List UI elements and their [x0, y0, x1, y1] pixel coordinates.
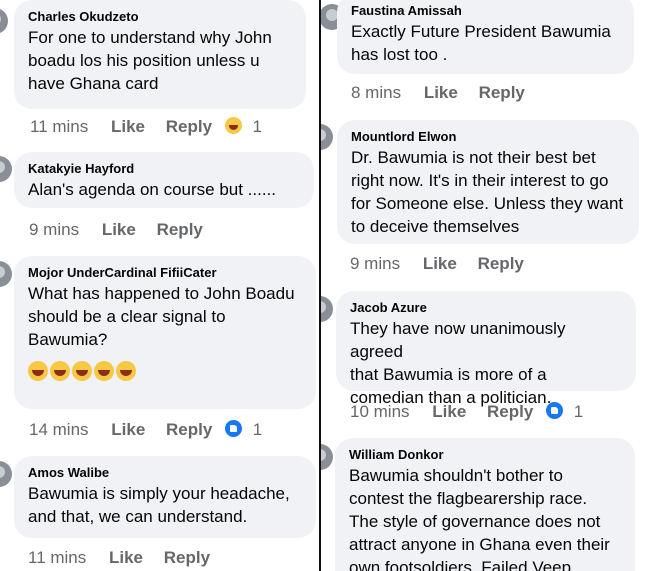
- reply-button[interactable]: Reply: [157, 219, 203, 241]
- like-button[interactable]: Like: [111, 116, 145, 138]
- reaction-count[interactable]: 1: [574, 401, 583, 423]
- comment-author[interactable]: William Donkor: [349, 446, 621, 464]
- comment-timestamp[interactable]: 9 mins: [29, 219, 79, 241]
- reaction-count[interactable]: 1: [253, 419, 262, 441]
- left-comment-column: Charles Okudzeto For one to understand w…: [0, 0, 320, 571]
- like-icon[interactable]: [225, 420, 243, 437]
- emoji-row: [28, 361, 302, 383]
- like-button[interactable]: Like: [432, 401, 466, 423]
- comment-bubble: Mountlord Elwon Dr. Bawumia is not their…: [337, 120, 639, 244]
- comment-actions: 9 mins Like Reply: [350, 253, 532, 275]
- comment-text-line: contest the flagbearership race.: [349, 489, 588, 508]
- avatar[interactable]: [0, 8, 8, 34]
- rofl-emoji-icon: [50, 361, 70, 381]
- reply-button[interactable]: Reply: [479, 82, 525, 104]
- comment-author[interactable]: Mountlord Elwon: [351, 128, 625, 146]
- comment-actions: 14 mins Like Reply 1: [29, 419, 262, 441]
- comment-bubble: Amos Walibe Bawumia is simply your heada…: [14, 456, 316, 538]
- comment-text-line: to deceive themselves: [351, 217, 520, 236]
- comment-text-line: What has happened to John Boadu: [28, 284, 295, 303]
- comment-text-line: Dr. Bawumia is not their best bet: [351, 148, 596, 167]
- comment-author[interactable]: Faustina Amissah: [351, 2, 620, 20]
- comment-actions: 8 mins Like Reply: [351, 82, 533, 104]
- reply-button[interactable]: Reply: [166, 419, 212, 441]
- comment-author[interactable]: Katakyie Hayford: [28, 160, 300, 178]
- like-button[interactable]: Like: [111, 419, 145, 441]
- comment-text-line: For one to understand why John: [28, 28, 272, 47]
- comment-text-line: has lost too .: [351, 45, 448, 64]
- comment-text-line: The style of governance does not: [349, 512, 601, 531]
- comment-text-line: should be a clear signal to: [28, 307, 226, 326]
- comment-bubble: Jacob Azure They have now unanimously ag…: [336, 291, 636, 407]
- comment-timestamp[interactable]: 14 mins: [29, 419, 89, 441]
- reply-button[interactable]: Reply: [164, 547, 210, 569]
- avatar[interactable]: [321, 296, 333, 322]
- comment-bubble: William Donkor Bawumia shouldn't bother …: [335, 438, 635, 571]
- like-button[interactable]: Like: [423, 253, 457, 275]
- comment-text-line: Bawumia shouldn't bother to: [349, 466, 563, 485]
- comment-bubble: Faustina Amissah Exactly Future Presiden…: [337, 0, 634, 74]
- reply-button[interactable]: Reply: [487, 401, 533, 423]
- comment-actions: 11 mins Like Reply 1: [30, 116, 262, 138]
- comment-actions: 9 mins Like Reply: [29, 219, 211, 241]
- comment-text-line: They have now unanimously agreed: [350, 319, 566, 361]
- reply-button[interactable]: Reply: [166, 116, 212, 138]
- reaction-count[interactable]: 1: [253, 116, 262, 138]
- comment-timestamp[interactable]: 8 mins: [351, 82, 401, 104]
- comment-bubble: Mojor UnderCardinal FifiiCater What has …: [14, 256, 316, 409]
- comment-text-line: and that, we can understand.: [28, 507, 248, 526]
- comment-timestamp[interactable]: 11 mins: [28, 547, 86, 569]
- comment-timestamp[interactable]: 11 mins: [30, 116, 88, 138]
- comment-author[interactable]: Charles Okudzeto: [28, 8, 292, 26]
- comment-text-line: that Bawumia is more of a: [350, 365, 547, 384]
- like-icon[interactable]: [546, 402, 564, 419]
- comment-author[interactable]: Jacob Azure: [350, 299, 622, 317]
- comment-text-line: own footsoldiers. Failed Veep: [349, 558, 572, 571]
- avatar[interactable]: [321, 444, 333, 470]
- avatar[interactable]: [0, 461, 12, 487]
- comment-text-line: Bawumia is simply your headache,: [28, 484, 290, 503]
- comment-text-line: for Someone else. Unless they want: [351, 194, 624, 213]
- comment-text-line: Bawumia?: [28, 330, 108, 349]
- comment-author[interactable]: Mojor UnderCardinal FifiiCater: [28, 264, 302, 282]
- avatar[interactable]: [0, 156, 12, 182]
- rofl-emoji-icon: [72, 361, 92, 381]
- reply-button[interactable]: Reply: [478, 253, 524, 275]
- comment-text-line: Alan's agenda on course but ......: [28, 180, 277, 199]
- like-button[interactable]: Like: [109, 547, 143, 569]
- comment-timestamp[interactable]: 9 mins: [350, 253, 400, 275]
- avatar[interactable]: [321, 124, 333, 150]
- comment-text-line: attract anyone in Ghana even their: [349, 535, 610, 554]
- comment-author[interactable]: Amos Walibe: [28, 464, 302, 482]
- comment-bubble: Charles Okudzeto For one to understand w…: [14, 0, 306, 109]
- comment-text-line: boadu los his position unless u: [28, 51, 260, 70]
- rofl-emoji-icon: [94, 361, 114, 381]
- avatar[interactable]: [0, 261, 12, 287]
- comment-text-line: right now. It's in their interest to go: [351, 171, 609, 190]
- comment-text-line: Exactly Future President Bawumia: [351, 22, 611, 41]
- rofl-emoji-icon: [116, 361, 136, 381]
- like-button[interactable]: Like: [102, 219, 136, 241]
- comment-bubble: Katakyie Hayford Alan's agenda on course…: [14, 152, 314, 208]
- comment-actions: 10 mins Like Reply 1: [350, 401, 583, 423]
- like-button[interactable]: Like: [424, 82, 458, 104]
- rofl-emoji-icon: [28, 361, 48, 381]
- comment-timestamp[interactable]: 10 mins: [350, 401, 410, 423]
- comment-text-line: have Ghana card: [28, 74, 159, 93]
- haha-icon[interactable]: [224, 117, 242, 134]
- comment-actions: 11 mins Like Reply: [28, 547, 218, 569]
- right-comment-column: Faustina Amissah Exactly Future Presiden…: [321, 0, 650, 571]
